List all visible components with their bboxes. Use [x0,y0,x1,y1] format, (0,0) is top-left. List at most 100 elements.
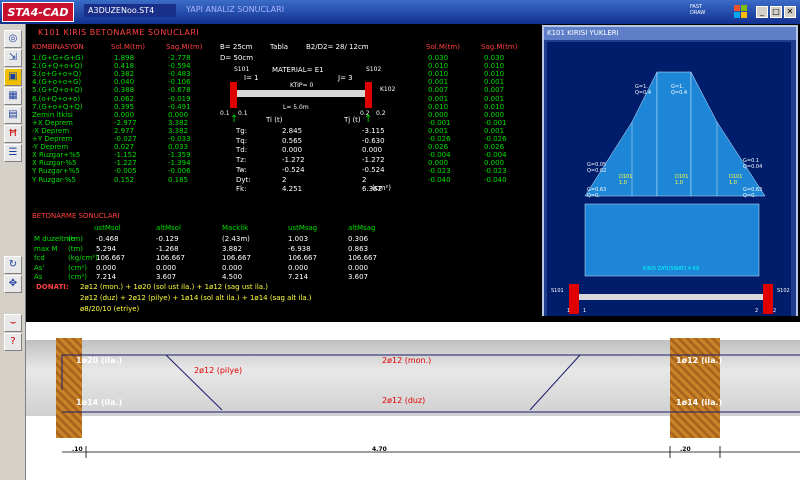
combo-name: 5.(G+Q+o+Q) [32,86,83,95]
combo-name: Y Ruzgar-%5 [32,175,76,184]
minimize-button[interactable]: _ [756,6,768,18]
combo-name: 6.(o+Q+o+o) [32,94,81,103]
load-ql2: Q=0. [587,193,600,199]
col-header-sol: Sol.M(tm) [111,43,145,51]
combo-d: 0.007 [484,86,505,95]
depth-label: D= 50cm [220,54,254,62]
refresh-icon[interactable]: ↻ [4,256,22,274]
combo-name: 7.(G+o+Q+Q) [32,102,83,111]
dim-left: .10 [72,446,83,453]
beton-cell: 0.000 [96,263,117,272]
beton-cell: 106.667 [222,254,251,263]
force-k: Tw: [236,165,247,174]
beton-row-label: As' [34,263,45,272]
combo-b: 0.185 [168,175,189,184]
force-b: -0.524 [362,165,385,174]
left-toolbar: ◎ ⇲ ▣ ▦ ▤ Ħ ☰ ↻ ✥ ⌣ ? [0,24,26,480]
combo-c: 0.000 [428,159,449,168]
col-header-sol2: Sol.M(tm) [426,43,460,51]
donati-line-2: 2ø12 (duz) + 2ø12 (pilye) + 1ø14 (sol al… [80,294,312,302]
combo-name: -X Deprem [32,126,70,135]
move-icon[interactable]: ✥ [4,275,22,293]
combo-name: +Y Deprem [32,135,73,143]
file-name: A3DUZENoo.ST4 [84,4,176,17]
load-d2b: 1.0 [675,180,683,186]
combo-b: -0.033 [168,135,191,143]
mon-label: 2ø12 (mon.) [382,356,432,365]
combo-a: -1.152 [114,151,137,160]
load-d1b: 1.0 [619,180,627,186]
tj-header: Tj (t) [344,116,361,124]
combo-d: 0.001 [484,126,505,135]
beton-cell: 7.214 [96,273,117,282]
maximize-button[interactable]: □ [770,6,782,18]
combo-b: 3.382 [168,118,189,127]
loads-diagram: G=1. Q=0.4 G=1. Q=0.4 G=0.05 Q=0.02 G=0.… [547,42,791,316]
combo-d: 0.000 [484,159,505,168]
combo-a: 1.898 [114,54,135,62]
beton-row-label: fcd [34,254,45,263]
beton-cell: 0.000 [348,263,369,272]
beton-row-label: As [34,273,43,282]
beton-cell: (2.43m) [222,235,250,243]
combo-b: -1.359 [168,151,191,160]
section-icon[interactable]: ▤ [4,106,22,124]
loads-window[interactable]: K101 KIRISI YUKLERI G=1. Q=0.4 G=1. Q=0.… [542,25,798,320]
combo-c: 0.030 [428,54,449,62]
force-k: Tz: [236,156,247,165]
combo-b: -0.483 [168,70,191,79]
load-s102: S102 [777,288,790,294]
combo-b: -0.594 [168,62,191,71]
support-right [365,82,372,108]
zoom-icon[interactable]: ◎ [4,30,22,48]
combo-d: -0.040 [484,175,507,184]
self-weight-label: KIRIS ZATI(SWAT) 4.69 [643,266,700,272]
grid-icon[interactable]: ▦ [4,87,22,105]
force-a: -0.524 [282,165,305,174]
combo-a: 0.395 [114,102,135,111]
force-b: -0.630 [362,136,385,145]
support-left-label: S101 [234,66,250,73]
load-trapezoid-right [690,71,766,197]
dimension-icon[interactable]: ⇲ [4,49,22,67]
help-icon[interactable]: ? [4,333,22,351]
combo-name: 1.(G+G+G+G) [32,54,84,62]
combo-c: 0.000 [428,110,449,119]
fast-draw-label[interactable]: FAST DRAW [690,4,705,16]
beton-cell: 0.000 [288,263,309,272]
beton-cell: 7.214 [288,273,309,282]
rebar-icon[interactable]: Ħ [4,125,22,143]
combo-c: 0.010 [428,102,449,111]
combo-b: 0.000 [168,110,189,119]
loads-svg [569,71,773,314]
load-node2b: 2 [773,308,777,314]
combo-c: 0.001 [428,126,449,135]
combo-d: 0.001 [484,94,505,103]
report-title: K101 KIRIS BETONARME SONUCLARI [38,28,200,37]
beton-row-unit: (tm) [68,244,84,253]
curve-icon[interactable]: ⌣ [4,314,22,332]
load-icon[interactable]: ☰ [4,144,22,162]
combo-name: 2.(G+Q+o+Q) [32,62,83,71]
close-button[interactable]: ✕ [784,6,796,18]
beton-cell: -0.129 [156,235,179,243]
combo-a: 0.040 [114,78,135,87]
beam-icon[interactable]: ▣ [4,68,22,86]
combo-d: 0.026 [484,143,505,152]
combo-d: -0.001 [484,118,507,127]
length-label: L= 5.0m [283,104,309,111]
window-title: YAPI ANALIZ SONUCLARI [186,5,285,14]
combo-b: -0.006 [168,167,191,176]
load-qr2: Q=0. [743,193,756,199]
combo-d: 0.010 [484,70,505,79]
combo-b: -1.394 [168,159,191,168]
beton-cell: 3.882 [222,244,243,253]
combo-c: -0.026 [428,135,451,143]
beton-row-label: max M [34,244,58,253]
ti-header: Ti (t) [266,116,283,124]
bent-bar-left [165,354,223,411]
beton-cell: -0.468 [96,235,119,243]
bottom-right-rebar-label: 1ø14 (ila.) [676,398,723,407]
bottom-left-rebar-label: 1ø14 (ila.) [76,398,123,407]
combo-a: 0.000 [114,110,135,119]
